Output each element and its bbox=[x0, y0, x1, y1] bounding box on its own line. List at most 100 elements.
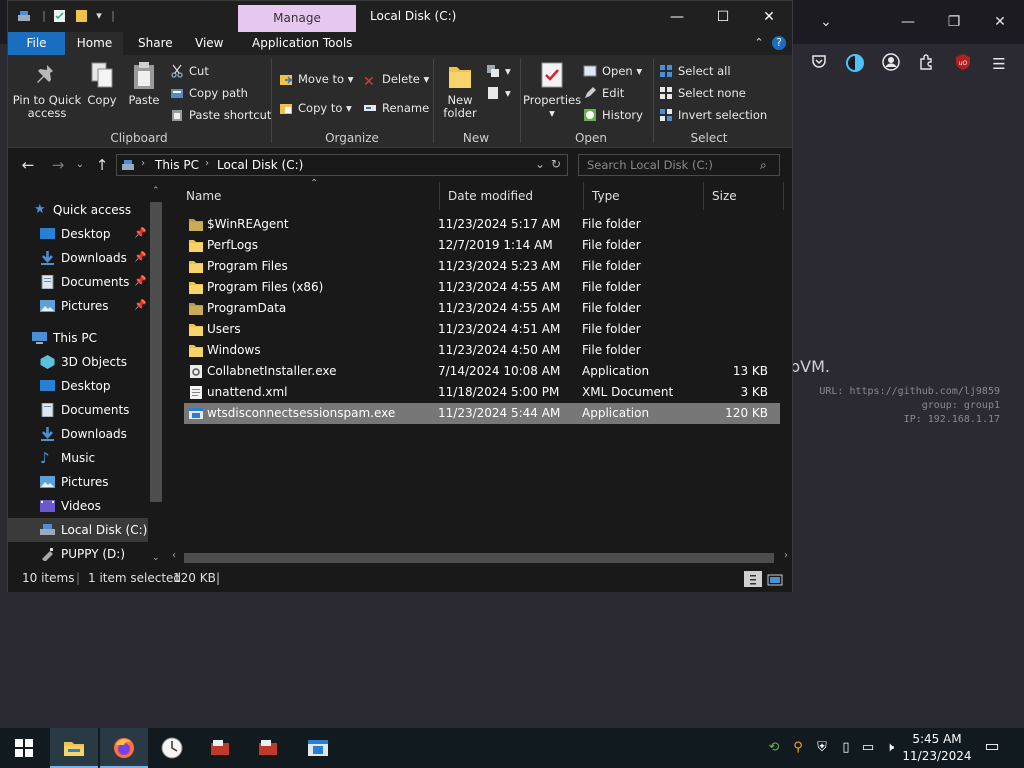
nav-pc-desktop[interactable]: Desktop bbox=[8, 374, 148, 398]
address-bar[interactable]: › This PC › Local Disk (C:) ⌄ ↻ bbox=[116, 154, 568, 176]
select-all-button[interactable]: Select all bbox=[659, 62, 731, 80]
column-header-size[interactable]: Size bbox=[704, 182, 784, 210]
open-button[interactable]: Open ▾ bbox=[583, 62, 642, 80]
close-icon[interactable]: ✕ bbox=[990, 12, 1010, 32]
taskbar-app-window[interactable] bbox=[294, 728, 342, 768]
taskbar-clock[interactable]: 5:45 AM 11/23/2024 bbox=[902, 731, 972, 765]
file-row[interactable]: Users 11/23/2024 4:51 AM File folder bbox=[184, 319, 780, 340]
tray-battery-icon[interactable]: ▯ bbox=[838, 740, 854, 756]
manage-tab[interactable]: Manage bbox=[238, 5, 356, 32]
account-icon[interactable] bbox=[880, 53, 902, 75]
tray-network-icon[interactable]: ▭ bbox=[860, 740, 876, 756]
breadcrumb-local-disk[interactable]: Local Disk (C:) bbox=[217, 158, 303, 172]
maximize-icon[interactable]: ☐ bbox=[700, 5, 746, 29]
help-icon[interactable]: ? bbox=[772, 36, 786, 50]
extensions-icon[interactable] bbox=[916, 53, 938, 75]
nav-scroll-thumb[interactable] bbox=[150, 202, 162, 502]
copy-path-button[interactable]: Copy path bbox=[170, 84, 248, 102]
pin-to-quick-access-button[interactable]: Pin to Quick access bbox=[12, 61, 82, 120]
history-button[interactable]: History bbox=[583, 106, 643, 124]
start-button[interactable] bbox=[0, 728, 48, 768]
edit-button[interactable]: Edit bbox=[583, 84, 624, 102]
nav-pc-local-disk[interactable]: Local Disk (C:) bbox=[8, 518, 148, 542]
file-row[interactable]: Program Files (x86) 11/23/2024 4:55 AM Fil… bbox=[184, 277, 780, 298]
forward-icon[interactable]: → bbox=[48, 155, 68, 175]
new-folder-button[interactable]: New folder bbox=[438, 61, 482, 120]
search-input[interactable]: Search Local Disk (C:) bbox=[578, 154, 780, 176]
nav-pc-videos[interactable]: Videos bbox=[8, 494, 148, 518]
tab-application-tools[interactable]: Application Tools bbox=[243, 32, 361, 55]
file-row[interactable]: PerfLogs 12/7/2019 1:14 AM File folder bbox=[184, 235, 780, 256]
column-header-date[interactable]: Date modified bbox=[440, 182, 584, 210]
nav-quick-pictures[interactable]: Pictures 📌 bbox=[8, 294, 148, 318]
nav-pc-music[interactable]: ♪ Music bbox=[8, 446, 148, 470]
file-row[interactable]: Windows 11/23/2024 4:50 AM File folder bbox=[184, 340, 780, 361]
nav-quick-downloads[interactable]: Downloads 📌 bbox=[8, 246, 148, 270]
column-header-type[interactable]: Type bbox=[584, 182, 704, 210]
tab-view[interactable]: View bbox=[186, 32, 232, 55]
vpn-icon[interactable] bbox=[844, 53, 866, 75]
paste-button[interactable]: Paste bbox=[124, 61, 164, 107]
new-item-button[interactable]: ▾ bbox=[486, 62, 511, 80]
address-dropdown-icon[interactable]: ⌄ bbox=[535, 157, 545, 171]
nav-quick-desktop[interactable]: Desktop 📌 bbox=[8, 222, 148, 246]
taskbar-file-explorer[interactable] bbox=[50, 728, 98, 768]
nav-quick-access[interactable]: ★ Quick access bbox=[8, 198, 148, 222]
tray-search-icon[interactable]: ⚲ bbox=[790, 740, 806, 756]
horizontal-scrollbar[interactable]: ‹ › bbox=[168, 550, 792, 565]
paste-shortcut-button[interactable]: Paste shortcut bbox=[170, 106, 271, 124]
up-icon[interactable]: ↑ bbox=[92, 155, 112, 175]
tab-share[interactable]: Share bbox=[129, 32, 182, 55]
minimize-icon[interactable]: — bbox=[898, 12, 918, 32]
nav-quick-documents[interactable]: Documents 📌 bbox=[8, 270, 148, 294]
easy-access-button[interactable]: ▾ bbox=[486, 84, 511, 102]
collapse-ribbon-icon[interactable]: ⌃ bbox=[752, 36, 766, 50]
move-to-button[interactable]: Move to ▾ bbox=[279, 70, 353, 88]
taskbar-app-installer-2[interactable] bbox=[244, 728, 292, 768]
tab-file[interactable]: File bbox=[8, 32, 65, 55]
taskbar-firefox[interactable] bbox=[100, 728, 148, 768]
minimize-icon[interactable]: — bbox=[654, 5, 700, 29]
close-icon[interactable]: ✕ bbox=[746, 5, 792, 29]
file-row[interactable]: Program Files 11/23/2024 5:23 AM File fold… bbox=[184, 256, 780, 277]
nav-this-pc[interactable]: This PC bbox=[8, 326, 148, 350]
breadcrumb-this-pc[interactable]: This PC bbox=[155, 158, 199, 172]
rename-button[interactable]: Rename bbox=[363, 99, 429, 117]
properties-button[interactable]: Properties ▾ bbox=[523, 61, 581, 120]
copy-to-button[interactable]: Copy to ▾ bbox=[279, 99, 352, 117]
delete-button[interactable]: ✕ Delete ▾ bbox=[363, 70, 429, 89]
file-row[interactable]: wtsdisconnectsessionspam.exe 11/23/2024 5… bbox=[184, 403, 780, 424]
tray-network-share-icon[interactable]: ⟲ bbox=[766, 740, 782, 756]
recent-locations-icon[interactable]: ⌄ bbox=[70, 155, 90, 175]
details-view-icon[interactable] bbox=[744, 571, 762, 587]
tray-volume-muted-icon[interactable]: 🕨 bbox=[882, 740, 898, 756]
nav-pc-puppy[interactable]: PUPPY (D:) bbox=[8, 542, 148, 566]
file-row[interactable]: CollabnetInstaller.exe 7/14/2024 10:08 AM… bbox=[184, 361, 780, 382]
file-row[interactable]: ProgramData 11/23/2024 4:55 AM File folder bbox=[184, 298, 780, 319]
nav-pc-downloads[interactable]: Downloads bbox=[8, 422, 148, 446]
invert-selection-button[interactable]: Invert selection bbox=[659, 106, 767, 124]
horizontal-scroll-thumb[interactable] bbox=[184, 553, 774, 563]
action-center-icon[interactable]: ▭ bbox=[982, 738, 1002, 758]
nav-pc-documents[interactable]: Documents bbox=[8, 398, 148, 422]
new-folder-qat-icon[interactable] bbox=[74, 9, 88, 23]
nav-pc-3d-objects[interactable]: 3D Objects bbox=[8, 350, 148, 374]
taskbar-app-installer-1[interactable] bbox=[196, 728, 244, 768]
menu-icon[interactable]: ☰ bbox=[988, 53, 1010, 75]
chevron-down-icon[interactable]: ⌄ bbox=[816, 12, 836, 32]
breadcrumb-chevron-icon[interactable]: › bbox=[141, 158, 145, 169]
scroll-up-icon[interactable]: ⌃ bbox=[152, 186, 160, 196]
restore-icon[interactable]: ❐ bbox=[944, 12, 964, 32]
tab-home[interactable]: Home bbox=[66, 32, 123, 55]
back-icon[interactable]: ← bbox=[18, 155, 38, 175]
properties-qat-icon[interactable] bbox=[52, 9, 66, 23]
scroll-down-icon[interactable]: ⌄ bbox=[152, 553, 160, 563]
tray-defender-icon[interactable]: ⛨ bbox=[814, 740, 830, 756]
file-row[interactable]: $WinREAgent 11/23/2024 5:17 AM File folder bbox=[184, 214, 780, 235]
large-icons-view-icon[interactable] bbox=[766, 571, 784, 587]
ublock-icon[interactable]: uO bbox=[952, 53, 974, 75]
breadcrumb-chevron-icon[interactable]: › bbox=[205, 158, 209, 169]
file-row[interactable]: unattend.xml 11/18/2024 5:00 PM XML Docume… bbox=[184, 382, 780, 403]
scroll-left-icon[interactable]: ‹ bbox=[172, 550, 176, 561]
refresh-icon[interactable]: ↻ bbox=[551, 157, 561, 171]
